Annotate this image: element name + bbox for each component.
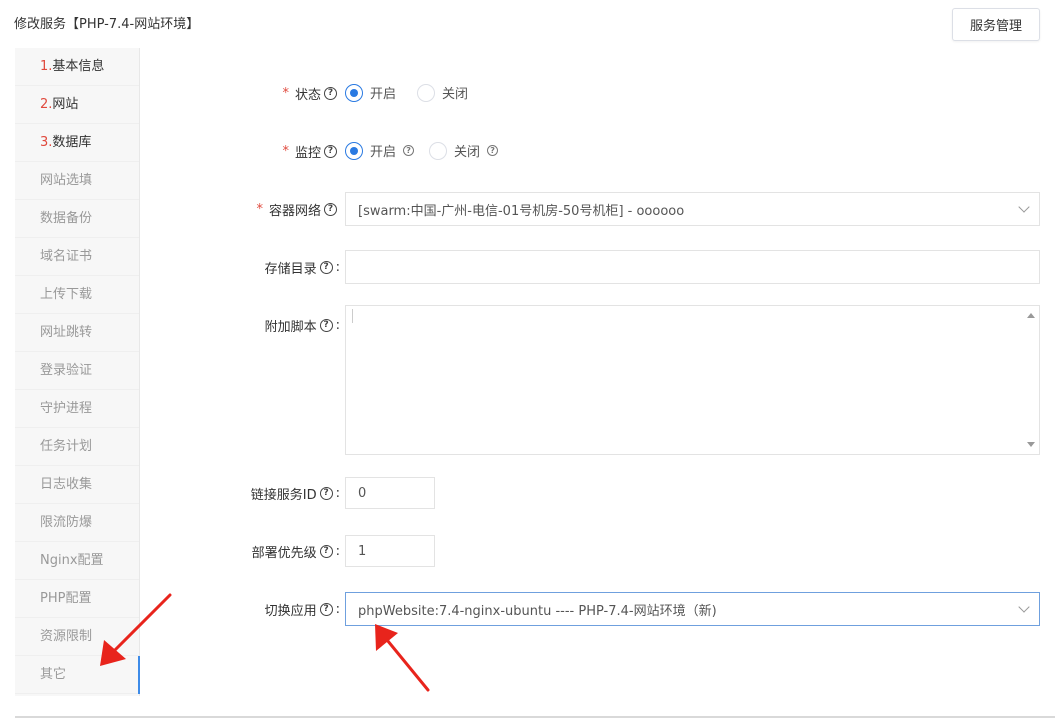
label-colon: : <box>335 317 340 333</box>
sidebar-item-website[interactable]: 2.网站 <box>15 86 140 124</box>
question-circle-icon[interactable]: ? <box>319 602 333 616</box>
sidebar-item-database[interactable]: 3.数据库 <box>15 124 140 162</box>
sidebar-item-php-config[interactable]: PHP配置 <box>15 580 140 618</box>
network-label-text: 容器网络 <box>268 203 321 219</box>
sidebar-item-domain-cert[interactable]: 域名证书 <box>15 238 140 276</box>
sidebar-item-login-auth[interactable]: 登录验证 <box>15 352 140 390</box>
sidebar-item-label: 基本信息 <box>52 59 105 74</box>
question-circle-icon[interactable]: ? <box>319 318 333 332</box>
storage-input[interactable] <box>345 250 1040 284</box>
monitor-label-text: 监控 <box>294 145 321 161</box>
sidebar-item-website-options[interactable]: 网站选填 <box>15 162 140 200</box>
sidebar-item-rate-limit[interactable]: 限流防爆 <box>15 504 140 542</box>
sidebar-item-number: 2. <box>40 97 53 112</box>
radio-unchecked-icon <box>429 141 447 160</box>
sidebar-item-number: 1. <box>40 59 53 74</box>
switch-app-select[interactable]: phpWebsite:7.4-nginx-ubuntu ---- PHP-7.4… <box>345 592 1040 626</box>
page-title: 修改服务【PHP-7.4-网站环境】 <box>14 17 200 32</box>
service-manage-button[interactable]: 服务管理 <box>952 8 1040 41</box>
status-off-label: 关闭 <box>442 87 469 102</box>
sidebar-item-url-redirect[interactable]: 网址跳转 <box>15 314 140 352</box>
radio-checked-icon <box>345 83 363 102</box>
switch-app-select-value: phpWebsite:7.4-nginx-ubuntu ---- PHP-7.4… <box>358 603 717 619</box>
sidebar-item-number: 3. <box>40 135 53 150</box>
question-circle-icon[interactable]: ? <box>324 202 337 216</box>
required-mark: * <box>256 201 263 217</box>
monitor-on-radio[interactable]: 开启 ? <box>345 141 415 160</box>
question-circle-icon[interactable]: ? <box>319 486 333 500</box>
chevron-down-icon <box>1018 601 1030 613</box>
question-circle-icon[interactable]: ? <box>324 144 337 158</box>
required-mark: * <box>282 143 289 159</box>
radio-checked-icon <box>345 141 363 160</box>
question-circle-icon[interactable]: ? <box>487 145 499 156</box>
radio-unchecked-icon <box>417 83 435 102</box>
sidebar-item-cron[interactable]: 任务计划 <box>15 428 140 466</box>
sidebar-item-log-collect[interactable]: 日志收集 <box>15 466 140 504</box>
label-colon: : <box>335 485 340 501</box>
sidebar-item-resource-limit[interactable]: 资源限制 <box>15 618 140 656</box>
label-colon: : <box>335 601 340 617</box>
sidebar-item-data-backup[interactable]: 数据备份 <box>15 200 140 238</box>
monitor-label: * 监控 ? <box>200 142 337 161</box>
question-circle-icon[interactable]: ? <box>319 260 333 274</box>
sidebar-item-daemon[interactable]: 守护进程 <box>15 390 140 428</box>
text-caret <box>352 309 353 323</box>
required-mark: * <box>282 85 289 101</box>
priority-label-text: 部署优先级 <box>251 545 317 561</box>
storage-label: 存储目录 ? : <box>200 258 340 277</box>
link-service-label-text: 链接服务ID <box>250 487 317 503</box>
scroll-down-arrow-icon[interactable] <box>1027 442 1035 447</box>
bottom-border <box>15 716 1055 718</box>
monitor-on-label: 开启 <box>370 145 397 160</box>
sidebar-item-label: 网站 <box>52 97 79 112</box>
status-on-label: 开启 <box>370 87 397 102</box>
scroll-up-arrow-icon[interactable] <box>1027 313 1035 318</box>
question-circle-icon[interactable]: ? <box>324 86 337 100</box>
sidebar-item-other[interactable]: 其它 <box>15 656 140 694</box>
switch-app-label: 切换应用 ? : <box>200 600 340 619</box>
status-label: * 状态 ? <box>200 84 337 103</box>
priority-input[interactable]: 1 <box>345 535 435 567</box>
sidebar-item-nginx-config[interactable]: Nginx配置 <box>15 542 140 580</box>
link-service-input[interactable]: 0 <box>345 477 435 509</box>
status-on-radio[interactable]: 开启 <box>345 83 396 102</box>
sidebar-divider <box>139 48 140 696</box>
sidebar: 1.基本信息 2.网站 3.数据库 网站选填 数据备份 域名证书 上传下载 网址… <box>15 48 140 696</box>
label-colon: : <box>335 259 340 275</box>
status-label-text: 状态 <box>294 87 321 103</box>
switch-app-label-text: 切换应用 <box>264 603 317 619</box>
sidebar-item-upload-download[interactable]: 上传下载 <box>15 276 140 314</box>
network-select[interactable]: [swarm:中国-广州-电信-01号机房-50号机柜] - oooooo <box>345 192 1040 226</box>
chevron-down-icon <box>1018 201 1030 213</box>
network-label: * 容器网络 ? <box>200 200 337 219</box>
network-select-value: [swarm:中国-广州-电信-01号机房-50号机柜] - oooooo <box>358 203 685 219</box>
question-circle-icon[interactable]: ? <box>403 145 415 156</box>
active-tab-indicator <box>138 656 140 694</box>
label-colon: : <box>335 543 340 559</box>
script-label: 附加脚本 ? : <box>200 316 340 335</box>
link-service-label: 链接服务ID ? : <box>200 484 340 503</box>
priority-label: 部署优先级 ? : <box>200 542 340 561</box>
sidebar-item-basic-info[interactable]: 1.基本信息 <box>15 48 140 86</box>
monitor-off-label: 关闭 <box>454 145 481 160</box>
question-circle-icon[interactable]: ? <box>319 544 333 558</box>
sidebar-item-label: 数据库 <box>52 135 92 150</box>
monitor-off-radio[interactable]: 关闭 ? <box>429 141 499 160</box>
storage-label-text: 存储目录 <box>264 261 317 277</box>
script-textarea[interactable] <box>345 305 1040 455</box>
script-label-text: 附加脚本 <box>264 319 317 335</box>
status-off-radio[interactable]: 关闭 <box>417 83 468 102</box>
